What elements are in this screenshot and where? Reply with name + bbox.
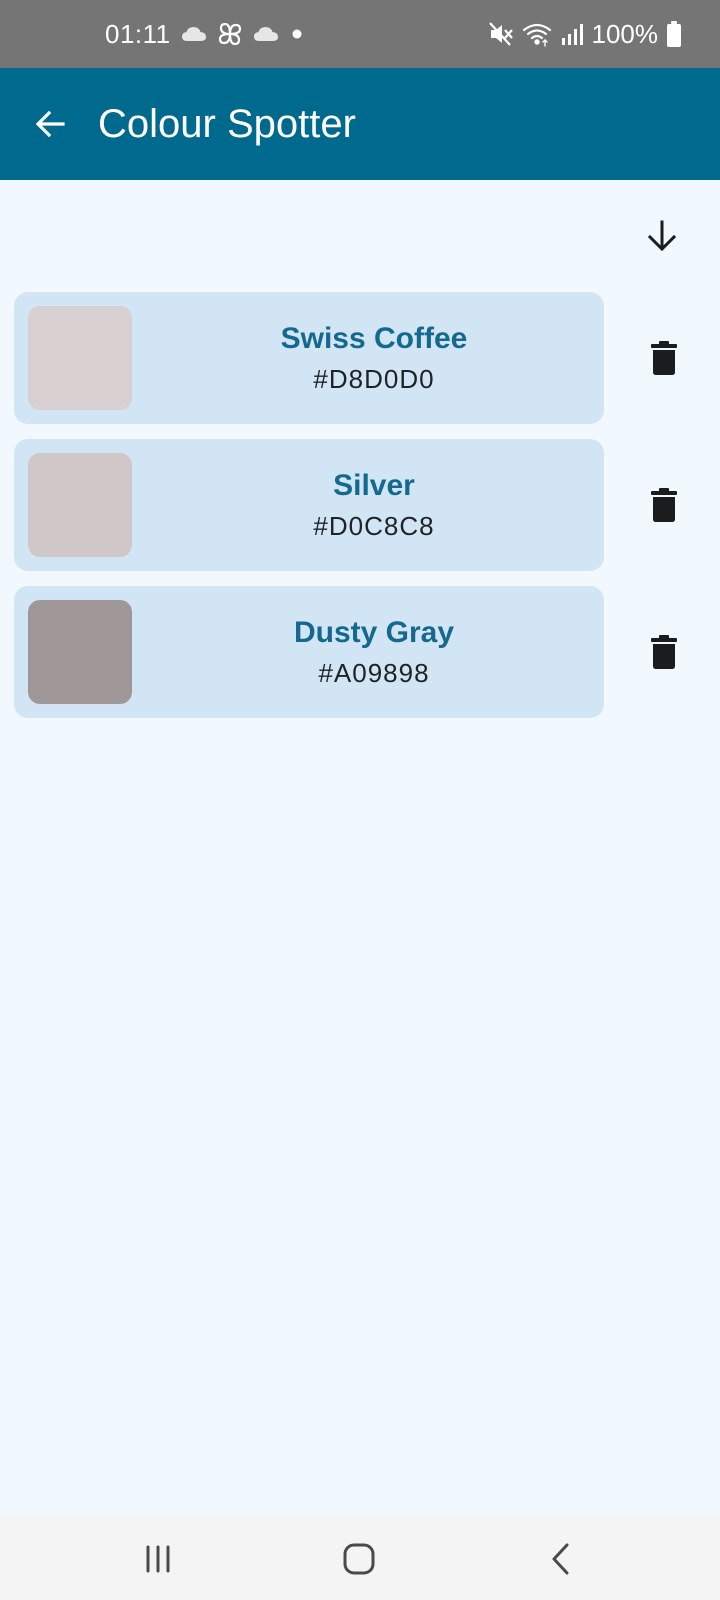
colour-name: Swiss Coffee (280, 321, 468, 355)
delete-button[interactable] (638, 332, 690, 384)
trash-icon (651, 341, 677, 375)
list-item: Dusty Gray #A09898 (0, 586, 720, 718)
sort-button[interactable] (636, 210, 688, 262)
system-nav-bar (0, 1516, 720, 1600)
status-left: 01:11 (105, 0, 305, 68)
page-title: Colour Spotter (98, 101, 356, 146)
nav-back-button[interactable] (530, 1534, 590, 1584)
back-button[interactable] (24, 98, 76, 150)
mute-icon (488, 21, 514, 47)
colour-text: Dusty Gray #A09898 (144, 586, 604, 718)
delete-button[interactable] (638, 479, 690, 531)
colour-text: Swiss Coffee #D8D0D0 (144, 292, 604, 424)
battery-percentage: 100% (591, 18, 659, 49)
delete-button[interactable] (638, 626, 690, 678)
colour-swatch (28, 453, 132, 557)
arrow-down-icon (647, 220, 677, 252)
colour-hex: #D8D0D0 (313, 363, 435, 394)
colour-card[interactable]: Silver #D0C8C8 (14, 439, 604, 571)
colour-swatch (28, 600, 132, 704)
signal-icon (560, 21, 584, 47)
status-bar: 01:11 100% (0, 0, 720, 68)
home-icon (343, 1543, 375, 1575)
back-icon (552, 1543, 569, 1575)
status-time: 01:11 (105, 18, 171, 49)
colour-name: Dusty Gray (293, 615, 455, 649)
pinwheel-icon (217, 21, 243, 47)
status-right: 100% (488, 0, 683, 68)
cloud-icon (181, 25, 207, 43)
list-item: Swiss Coffee #D8D0D0 (0, 292, 720, 424)
cloud-icon (253, 25, 279, 43)
colour-hex: #D0C8C8 (313, 510, 435, 541)
trash-icon (651, 635, 677, 669)
wifi-icon (522, 21, 552, 47)
dot-icon (289, 26, 305, 42)
recents-icon (146, 1545, 170, 1573)
colour-swatch (28, 306, 132, 410)
app-bar: Colour Spotter (0, 68, 720, 180)
colour-card[interactable]: Dusty Gray #A09898 (14, 586, 604, 718)
colour-text: Silver #D0C8C8 (144, 439, 604, 571)
recents-button[interactable] (128, 1534, 188, 1584)
battery-icon (666, 20, 682, 48)
colour-name: Silver (333, 468, 415, 502)
home-button[interactable] (329, 1534, 389, 1584)
trash-icon (651, 488, 677, 522)
arrow-back-icon (35, 110, 65, 138)
colour-card[interactable]: Swiss Coffee #D8D0D0 (14, 292, 604, 424)
list-item: Silver #D0C8C8 (0, 439, 720, 571)
colour-hex: #A09898 (318, 657, 430, 688)
